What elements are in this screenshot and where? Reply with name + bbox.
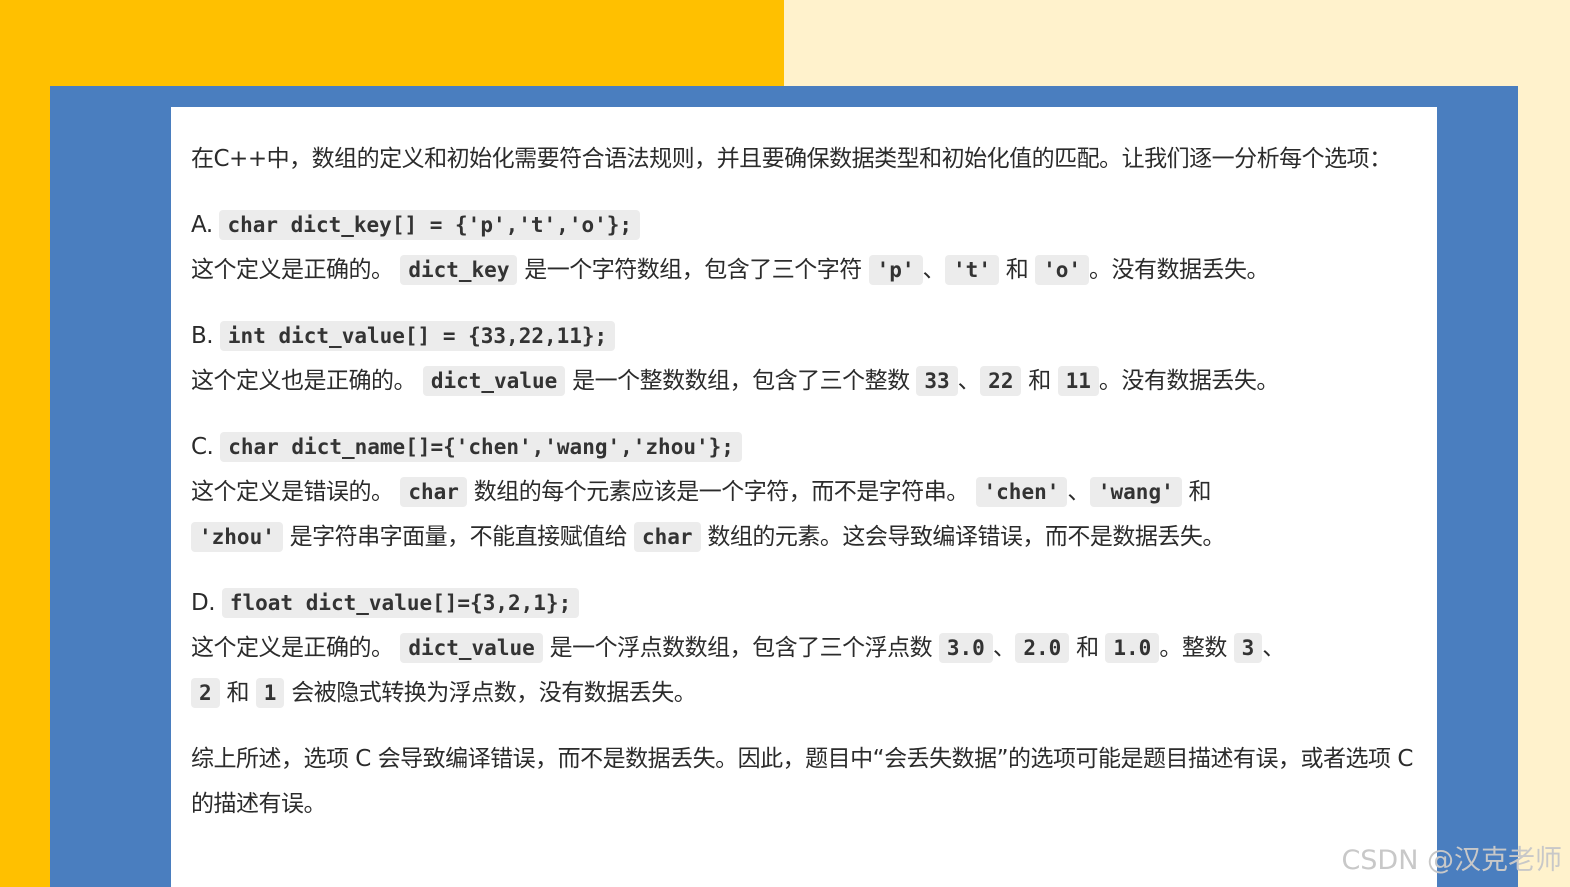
option-a-heading: A. char dict_key[] = {'p','t','o'};: [191, 203, 1417, 248]
option-d-label: D.: [191, 590, 216, 616]
option-d-code-3: 2.0: [1015, 633, 1070, 663]
option-c-label: C.: [191, 434, 214, 460]
option-c-code-5: char: [633, 522, 701, 552]
option-a-code-4: 'o': [1035, 255, 1090, 285]
option-d-explanation: 这个定义是正确的。 dict_value 是一个浮点数数组，包含了三个浮点数 3…: [191, 626, 1417, 716]
option-a-text-2: 是一个字符数组，包含了三个字符: [524, 257, 862, 283]
option-c-code-1: char: [400, 477, 467, 507]
option-a-text-1: 这个定义是正确的。: [191, 257, 394, 283]
option-d-text-3: 、: [992, 635, 1016, 661]
option-b-label: B.: [191, 323, 214, 349]
option-d-code-6: 2: [191, 678, 220, 708]
option-d-text-2: 是一个浮点数数组，包含了三个浮点数: [549, 635, 933, 661]
option-a-code-1: dict_key: [400, 255, 518, 285]
option-d-code-4: 1.0: [1105, 633, 1160, 663]
option-b-text-1: 这个定义也是正确的。: [191, 368, 417, 394]
option-c-text-2: 数组的每个元素应该是一个字符，而不是字符串。: [473, 479, 970, 505]
option-a-explanation: 这个定义是正确的。 dict_key 是一个字符数组，包含了三个字符 'p'、 '…: [191, 248, 1417, 293]
option-b-code-2: 33: [916, 366, 958, 396]
option-d-text-8: 会被隐式转换为浮点数，没有数据丢失。: [291, 680, 697, 706]
csdn-watermark: CSDN @汉克老师: [1341, 845, 1562, 876]
option-c-code-4: 'zhou': [191, 522, 283, 552]
intro-paragraph: 在C++中，数组的定义和初始化需要符合语法规则，并且要确保数据类型和初始化值的匹…: [191, 146, 1392, 172]
option-d-code-7: 1: [255, 678, 285, 708]
option-b-text-3: 、: [957, 368, 981, 394]
option-a-code-2: 'p': [868, 255, 923, 285]
option-d-text-6: 、: [1262, 635, 1285, 661]
option-c-text-5: 是字符串字面量，不能直接赋值给: [289, 524, 628, 550]
option-a-code-3: 't': [945, 255, 999, 285]
option-c-heading: C. char dict_name[]={'chen','wang','zhou…: [191, 425, 1417, 470]
option-d-text-5: 。整数: [1159, 635, 1227, 661]
option-c-code-3: 'wang': [1089, 477, 1182, 507]
option-b-explanation: 这个定义也是正确的。 dict_value 是一个整数数组，包含了三个整数 33…: [191, 359, 1417, 404]
content-card: 在C++中，数组的定义和初始化需要符合语法规则，并且要确保数据类型和初始化值的匹…: [171, 107, 1437, 887]
option-b-text-4: 和: [1028, 368, 1051, 394]
option-b-text-2: 是一个整数数组，包含了三个整数: [572, 368, 910, 394]
option-b-text-5: 。没有数据丢失。: [1098, 368, 1280, 394]
option-d-code-5: 3: [1233, 633, 1263, 663]
option-b-heading: B. int dict_value[] = {33,22,11};: [191, 314, 1417, 359]
option-b-code: int dict_value[] = {33,22,11};: [219, 321, 616, 351]
option-d-heading: D. float dict_value[]={3,2,1};: [191, 581, 1417, 626]
option-d-code: float dict_value[]={3,2,1};: [221, 588, 580, 618]
option-d-code-1: dict_value: [400, 633, 543, 663]
option-d-text-7: 和: [226, 680, 249, 706]
option-a-code: char dict_key[] = {'p','t','o'};: [219, 210, 641, 240]
option-b-code-3: 22: [980, 366, 1022, 396]
option-c-code: char dict_name[]={'chen','wang','zhou'};: [220, 432, 742, 462]
option-d-text-4: 和: [1076, 635, 1099, 661]
option-b-code-1: dict_value: [422, 366, 566, 396]
option-c-code-2: 'chen': [975, 477, 1068, 507]
option-a-text-3: 、: [922, 257, 946, 283]
option-d-code-2: 3.0: [938, 633, 993, 663]
option-a-label: A.: [191, 212, 213, 238]
summary-paragraph: 综上所述，选项 C 会导致编译错误，而不是数据丢失。因此，题目中“会丢失数据”的…: [191, 746, 1413, 817]
option-c-text-6: 数组的元素。这会导致编译错误，而不是数据丢失。: [707, 524, 1225, 550]
option-c-text-3: 、: [1067, 479, 1090, 505]
option-a-text-5: 。没有数据丢失。: [1089, 257, 1270, 283]
option-a-text-4: 和: [1005, 257, 1029, 283]
option-c-text-1: 这个定义是错误的。: [191, 479, 394, 505]
option-c-explanation: 这个定义是错误的。 char 数组的每个元素应该是一个字符，而不是字符串。 'c…: [191, 470, 1417, 560]
option-c-text-4: 和: [1188, 479, 1212, 505]
option-d-text-1: 这个定义是正确的。: [191, 635, 394, 661]
option-b-code-4: 11: [1057, 366, 1099, 396]
